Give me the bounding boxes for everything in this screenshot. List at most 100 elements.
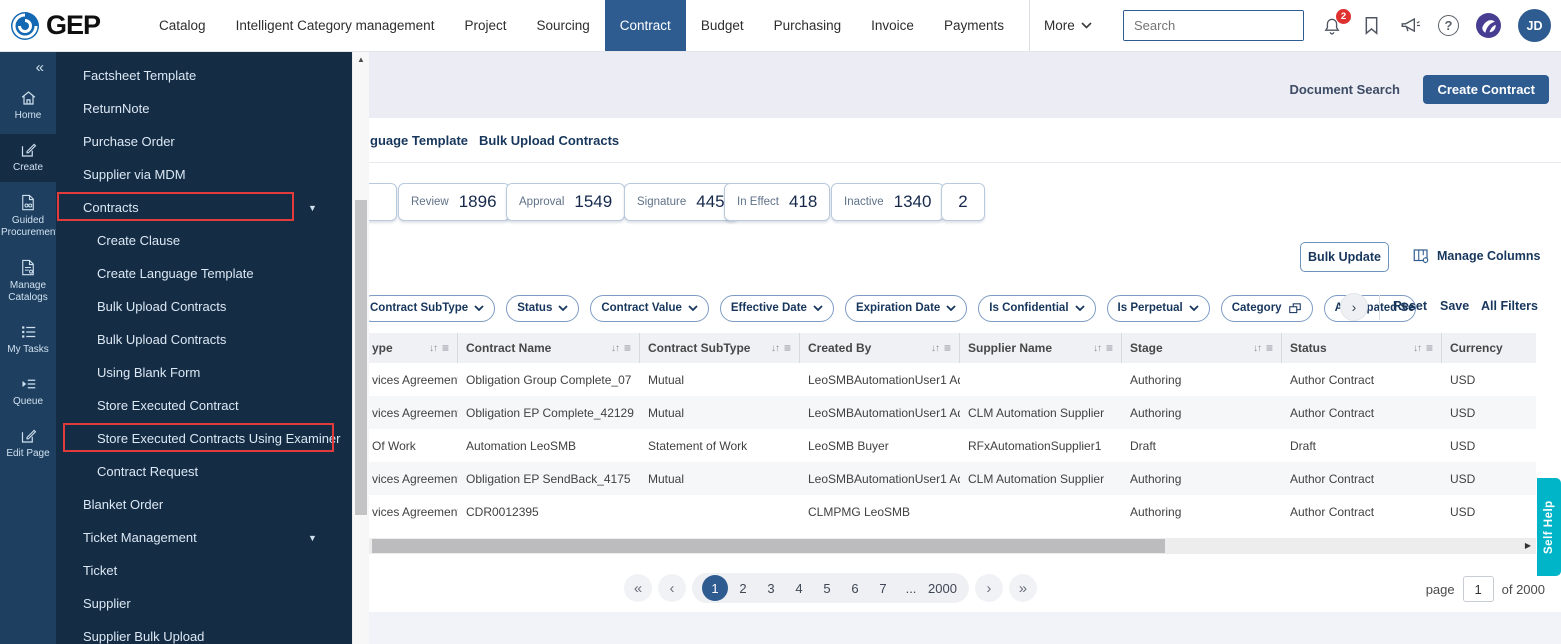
column-menu-icon[interactable]: ≡ xyxy=(624,341,631,355)
column-header-contract-type[interactable]: ype ↓↑ ≡ xyxy=(369,333,458,363)
column-menu-icon[interactable]: ≡ xyxy=(1266,341,1273,355)
sort-controls[interactable]: ↓↑ ≡ xyxy=(1093,341,1113,355)
sidebar-item-home[interactable]: Home xyxy=(0,82,56,130)
column-header-status[interactable]: Status ↓↑ ≡ xyxy=(1282,333,1442,363)
cell-contract-name[interactable]: Obligation EP Complete_42129 xyxy=(458,396,640,429)
column-menu-icon[interactable]: ≡ xyxy=(944,341,951,355)
nav-item-project[interactable]: Project xyxy=(449,0,521,51)
column-header-contract-name[interactable]: Contract Name ↓↑ ≡ xyxy=(458,333,640,363)
cell-contract-name[interactable]: CDR0012395 xyxy=(458,495,640,528)
sidebar-item-my-tasks[interactable]: My Tasks xyxy=(0,316,56,364)
cell-contract-name[interactable]: Obligation Group Complete_07 xyxy=(458,363,640,396)
sort-controls[interactable]: ↓↑ ≡ xyxy=(1413,341,1433,355)
page-number-2[interactable]: 2 xyxy=(730,575,756,601)
nav-item-purchasing[interactable]: Purchasing xyxy=(759,0,857,51)
flyout-item-store-executed-contract[interactable]: Store Executed Contract xyxy=(56,389,352,422)
column-header-currency[interactable]: Currency xyxy=(1442,333,1536,363)
status-card-review[interactable]: Review 1896 xyxy=(398,183,510,221)
page-number-3[interactable]: 3 xyxy=(758,575,784,601)
prev-page-button[interactable]: ‹ xyxy=(658,574,686,602)
page-number-7[interactable]: 7 xyxy=(870,575,896,601)
page-number-1[interactable]: 1 xyxy=(702,575,728,601)
flyout-item-supplier-via-mdm[interactable]: Supplier via MDM xyxy=(56,158,352,191)
table-row[interactable]: vices Agreement Obligation EP SendBack_4… xyxy=(369,462,1536,495)
scrollbar-up-arrow[interactable]: ▲ xyxy=(353,52,369,68)
nav-item-catalog[interactable]: Catalog xyxy=(144,0,221,51)
scrollbar-thumb[interactable] xyxy=(372,539,1165,553)
sort-icon[interactable]: ↓↑ xyxy=(1413,343,1422,354)
sort-controls[interactable]: ↓↑ ≡ xyxy=(771,341,791,355)
filter-contract-value[interactable]: Contract Value xyxy=(590,294,709,322)
help-button[interactable]: ? xyxy=(1438,15,1459,36)
cell-contract-name[interactable]: Automation LeoSMB xyxy=(458,429,640,462)
nav-item-invoice[interactable]: Invoice xyxy=(856,0,929,51)
nav-item-contract[interactable]: Contract xyxy=(604,0,686,51)
sidebar-item-queue[interactable]: Queue xyxy=(0,368,56,416)
sort-controls[interactable]: ↓↑ ≡ xyxy=(931,341,951,355)
flyout-item-contract-request[interactable]: Contract Request xyxy=(56,455,352,488)
status-card-last[interactable]: 2 xyxy=(941,183,985,221)
flyout-item-blanket-order[interactable]: Blanket Order xyxy=(56,488,352,521)
scrollbar-right-arrow[interactable]: ▶ xyxy=(1525,541,1531,550)
flyout-item-store-executed-contracts-using-examiner[interactable]: Store Executed Contracts Using Examiner xyxy=(56,422,352,455)
first-page-button[interactable]: « xyxy=(624,574,652,602)
page-number-2000[interactable]: 2000 xyxy=(926,575,959,601)
filter-status[interactable]: Status xyxy=(506,294,580,322)
tab-bulk-upload-contracts[interactable]: Bulk Upload Contracts xyxy=(479,133,619,148)
flyout-item-supplier[interactable]: Supplier xyxy=(56,587,352,620)
flyout-item-bulk-upload-contracts-2[interactable]: Bulk Upload Contracts xyxy=(56,323,352,356)
sort-icon[interactable]: ↓↑ xyxy=(429,343,438,354)
notifications-button[interactable]: 2 xyxy=(1321,8,1351,37)
save-filters-link[interactable]: Save xyxy=(1440,299,1469,313)
sidebar-collapse-button[interactable]: « xyxy=(0,52,56,82)
search-input[interactable] xyxy=(1124,11,1303,40)
column-menu-icon[interactable]: ≡ xyxy=(1426,341,1433,355)
column-header-supplier-name[interactable]: Supplier Name ↓↑ ≡ xyxy=(960,333,1122,363)
flyout-item-supplier-bulk-upload[interactable]: Supplier Bulk Upload xyxy=(56,620,352,644)
filter-is-perpetual[interactable]: Is Perpetual xyxy=(1106,294,1210,322)
create-contract-button[interactable]: Create Contract xyxy=(1423,75,1549,104)
bookmarks-button[interactable] xyxy=(1360,15,1382,37)
table-row[interactable]: vices Agreement Obligation Group Complet… xyxy=(369,363,1536,396)
sidebar-item-create[interactable]: Create xyxy=(0,134,56,182)
sidebar-item-manage-catalogs[interactable]: Manage Catalogs xyxy=(0,251,56,312)
flyout-scrollbar[interactable]: ▲ xyxy=(352,52,369,644)
column-menu-icon[interactable]: ≡ xyxy=(1106,341,1113,355)
flyout-item-create-clause[interactable]: Create Clause xyxy=(56,224,352,257)
sort-controls[interactable]: ↓↑ ≡ xyxy=(429,341,449,355)
nav-item-sourcing[interactable]: Sourcing xyxy=(521,0,604,51)
last-page-button[interactable]: » xyxy=(1008,574,1037,602)
nav-item-payments[interactable]: Payments xyxy=(929,0,1019,51)
page-number-6[interactable]: 6 xyxy=(842,575,868,601)
flyout-item-ticket[interactable]: Ticket xyxy=(56,554,352,587)
document-search-link[interactable]: Document Search xyxy=(1289,82,1400,97)
page-number-5[interactable]: 5 xyxy=(814,575,840,601)
filter-contract-subtype[interactable]: Contract SubType xyxy=(369,294,496,322)
filter-expiration-date[interactable]: Expiration Date xyxy=(844,294,968,322)
filter-effective-date[interactable]: Effective Date xyxy=(719,294,834,322)
filter-category[interactable]: Category xyxy=(1220,294,1313,322)
table-row[interactable]: vices Agreement Obligation EP Complete_4… xyxy=(369,396,1536,429)
filter-is-confidential[interactable]: Is Confidential xyxy=(978,294,1096,322)
column-header-created-by[interactable]: Created By ↓↑ ≡ xyxy=(800,333,960,363)
next-page-button[interactable]: › xyxy=(974,574,1003,602)
nav-item-budget[interactable]: Budget xyxy=(686,0,759,51)
scrollbar-thumb[interactable] xyxy=(355,200,367,515)
sort-icon[interactable]: ↓↑ xyxy=(931,343,940,354)
status-card-partial[interactable]: 5 xyxy=(369,183,397,221)
sort-icon[interactable]: ↓↑ xyxy=(611,343,620,354)
column-menu-icon[interactable]: ≡ xyxy=(442,341,449,355)
status-card-approval[interactable]: Approval 1549 xyxy=(506,183,626,221)
self-help-tab[interactable]: Self Help xyxy=(1537,478,1561,576)
nav-item-more[interactable]: More xyxy=(1028,0,1106,51)
flyout-item-contracts[interactable]: Contracts ▼ xyxy=(56,191,352,224)
filters-scroll-next-button[interactable]: › xyxy=(1340,293,1368,321)
gep-logo[interactable]: GEP xyxy=(0,0,101,51)
globe-button[interactable] xyxy=(1476,13,1501,38)
status-card-inactive[interactable]: Inactive 1340 xyxy=(831,183,945,221)
sort-icon[interactable]: ↓↑ xyxy=(771,343,780,354)
sort-icon[interactable]: ↓↑ xyxy=(1253,343,1262,354)
flyout-item-bulk-upload-contracts-1[interactable]: Bulk Upload Contracts xyxy=(56,290,352,323)
cell-contract-name[interactable]: Obligation EP SendBack_4175 xyxy=(458,462,640,495)
flyout-item-ticket-management[interactable]: Ticket Management ▼ xyxy=(56,521,352,554)
